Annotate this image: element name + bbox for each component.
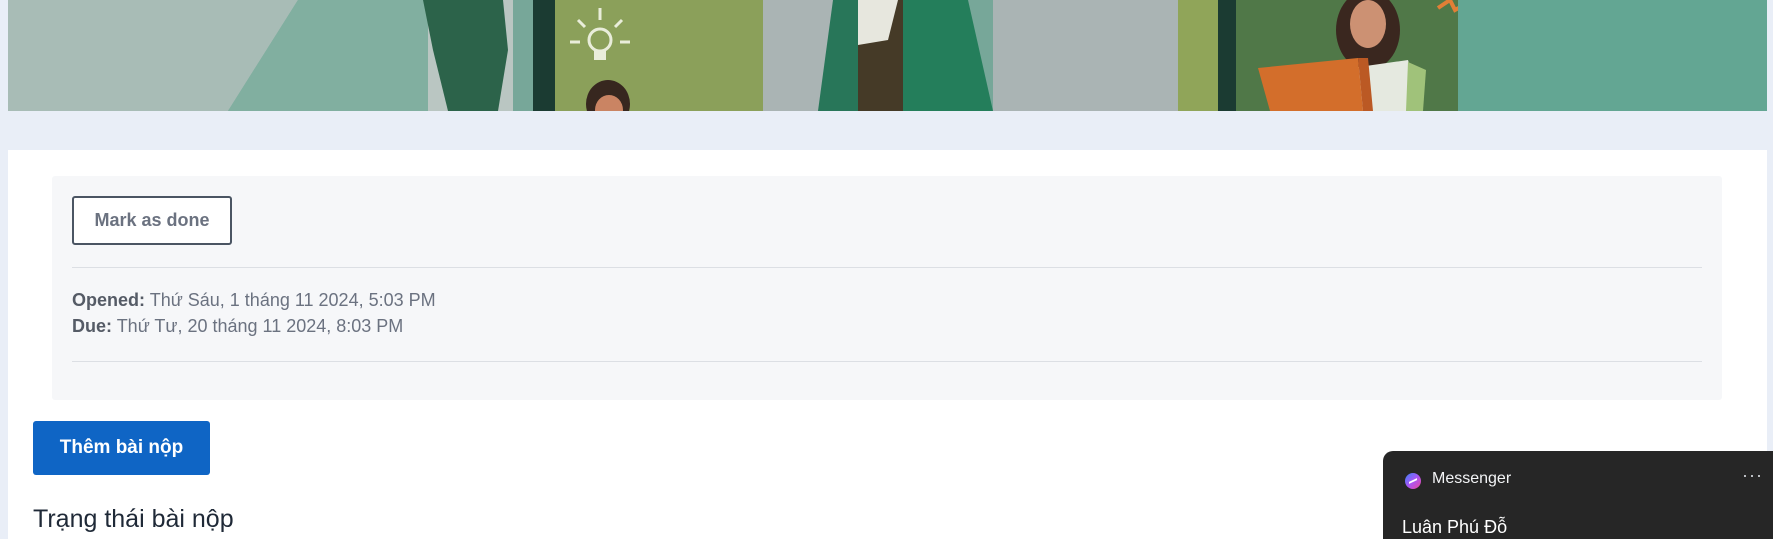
course-banner-image — [8, 0, 1767, 111]
due-label: Due: — [72, 316, 112, 336]
more-horizontal-icon[interactable]: ··· — [1742, 465, 1763, 486]
add-submission-button[interactable]: Thêm bài nộp — [33, 421, 210, 475]
opened-value: Thứ Sáu, 1 tháng 11 2024, 5:03 PM — [149, 290, 436, 310]
divider-bottom — [72, 361, 1702, 362]
mark-as-done-button[interactable]: Mark as done — [72, 196, 232, 245]
messenger-icon — [1405, 473, 1421, 489]
messenger-contact-name[interactable]: Luân Phú Đỗ — [1402, 517, 1507, 538]
submission-status-heading: Trạng thái bài nộp — [33, 505, 234, 533]
messenger-title: Messenger — [1432, 470, 1512, 487]
due-date: Due: Thứ Tư, 20 tháng 11 2024, 8:03 PM — [72, 316, 403, 337]
activity-information-panel: Mark as done Opened: Thứ Sáu, 1 tháng 11… — [52, 176, 1722, 400]
messenger-chat-panel[interactable]: Messenger ··· Luân Phú Đỗ — [1383, 451, 1773, 539]
divider-top — [72, 267, 1702, 268]
due-value: Thứ Tư, 20 tháng 11 2024, 8:03 PM — [116, 316, 404, 336]
opened-label: Opened: — [72, 290, 146, 310]
opened-date: Opened: Thứ Sáu, 1 tháng 11 2024, 5:03 P… — [72, 290, 436, 311]
